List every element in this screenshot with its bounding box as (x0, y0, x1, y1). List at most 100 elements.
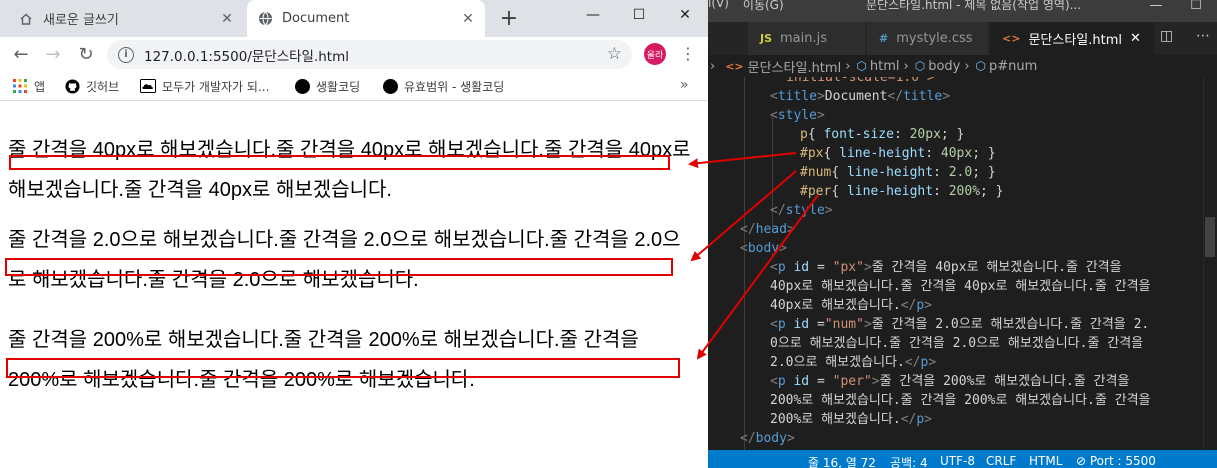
bookmarks-bar: 앱 깃허브 모두가 개발자가 되... 생활코딩 유효범위 - 생활코딩 » (0, 71, 708, 101)
code-line: <p id ="num">줄 간격을 2.0으로 해보겠습니다.줄 간격을 2. (770, 317, 1150, 332)
maximize-button[interactable]: ☐ (1176, 0, 1216, 14)
element-icon: ⬡ (975, 59, 987, 73)
github-icon (64, 78, 80, 94)
code-line: </style> (770, 203, 833, 218)
forward-button[interactable]: → (40, 41, 66, 67)
minimize-button[interactable]: — (570, 0, 616, 30)
home-icon (18, 11, 34, 27)
tab-new-post[interactable]: 새로운 글쓰기 ✕ (10, 0, 244, 37)
code-line: 40px로 해보겠습니다.</p> (770, 298, 932, 313)
chevron-right-icon: › (903, 58, 909, 74)
code-line: initial-scale=1.0"> (786, 77, 935, 85)
split-editor-icon[interactable]: ◫ (1160, 28, 1173, 44)
html-file-icon: <> (725, 59, 744, 73)
cloud-icon (140, 78, 156, 94)
tab-document[interactable]: Document ✕ (247, 0, 485, 37)
chevron-right-icon: › (845, 58, 851, 74)
bookmark-label: 유효범위 - 생활코딩 (404, 79, 505, 94)
close-icon[interactable]: ✕ (1130, 31, 1141, 46)
tab-label: 새로운 글쓰기 (43, 13, 119, 28)
html-file-icon: <> (1002, 32, 1021, 45)
window-title: 문단스타일.html - 제목 없음(작업 영역)... (866, 0, 1082, 12)
minimize-button[interactable]: — (1136, 0, 1176, 14)
breadcrumb-p-num[interactable]: p#num (989, 59, 1037, 74)
menu-view[interactable]: l(V) (708, 0, 729, 12)
breadcrumb-body[interactable]: body (928, 59, 960, 74)
bookmark-scope-opentutorials[interactable]: 유효범위 - 생활코딩 (382, 76, 504, 96)
annotation-box-num (5, 258, 673, 276)
language-mode[interactable]: HTML (1029, 454, 1062, 468)
code-line: <p id = "per">줄 간격을 200%로 해보겠습니다.줄 간격을 (770, 374, 1130, 389)
code-line: #num{ line-height: 2.0; } (800, 165, 996, 180)
code-line: <p id = "px">줄 간격을 40px로 해보겠습니다.줄 간격을 (770, 260, 1122, 275)
bookmark-github[interactable]: 깃허브 (64, 76, 119, 96)
tab-mystyle-css[interactable]: # mystyle.css (867, 22, 989, 55)
code-line: #per{ line-height: 200%; } (800, 184, 1004, 199)
bookmarks-overflow-button[interactable]: » (680, 77, 689, 93)
line-ending[interactable]: CRLF (986, 454, 1016, 468)
tab-paragraph-style-html[interactable]: <> 문단스타일.html ✕ (990, 22, 1155, 55)
indentation[interactable]: 공백: 4 (890, 454, 928, 468)
address-bar[interactable]: i 127.0.0.1:5500/문단스타일.html ☆ (107, 40, 632, 69)
paragraph-px: 줄 간격을 40px로 해보겠습니다.줄 간격을 40px로 해보겠습니다.줄 … (8, 139, 691, 201)
annotation-box-per (6, 358, 680, 378)
bookmark-label: 모두가 개발자가 되... (162, 79, 270, 94)
tab-main-js[interactable]: JS main.js (748, 22, 866, 55)
code-line: 2.0으로 해보겠습니다.</p> (770, 355, 937, 370)
bookmark-label: 깃허브 (86, 79, 120, 94)
chevron-right-icon: › (964, 58, 970, 74)
code-line: 200%로 해보겠습니다.</p> (770, 412, 932, 427)
new-tab-button[interactable]: + (497, 6, 521, 31)
breadcrumb-html[interactable]: html (870, 59, 900, 74)
info-icon[interactable]: i (118, 46, 134, 63)
element-icon: ⬡ (914, 59, 926, 73)
avatar[interactable]: 올라 (644, 43, 666, 65)
vscode-titlebar: l(V) 이동(G) 문단스타일.html - 제목 없음(작업 영역)... … (708, 0, 1217, 22)
bookmark-everyone-developer[interactable]: 모두가 개발자가 되... (140, 76, 269, 96)
js-file-icon: JS (760, 32, 773, 45)
code-line: p{ font-size: 20px; } (800, 127, 965, 142)
code-line: #px{ line-height: 40px; } (800, 146, 996, 161)
breadcrumb-file[interactable]: 문단스타일.html (748, 57, 842, 76)
circle-icon (382, 78, 398, 94)
tab-label: mystyle.css (896, 31, 973, 46)
star-icon[interactable]: ☆ (607, 44, 622, 64)
page-viewport: 줄 간격을 40px로 해보겠습니다.줄 간격을 40px로 해보겠습니다.줄 … (0, 102, 708, 468)
globe-icon (257, 11, 273, 27)
editor-scrollbar[interactable] (1203, 77, 1217, 450)
bookmark-apps[interactable]: 앱 (12, 76, 45, 96)
close-icon[interactable]: ✕ (459, 10, 477, 28)
menu-go[interactable]: 이동(G) (743, 0, 784, 12)
tab-label: main.js (780, 31, 828, 46)
browser-tab-strip: 새로운 글쓰기 ✕ Document ✕ + — ☐ ✕ (0, 0, 708, 37)
bookmark-opentutorials[interactable]: 생활코딩 (294, 76, 360, 96)
css-file-icon: # (879, 32, 889, 45)
annotation-box-px (9, 155, 670, 170)
tab-label: 문단스타일.html (1028, 33, 1122, 48)
code-line: <style> (770, 108, 825, 123)
circle-icon (294, 78, 310, 94)
back-button[interactable]: ← (8, 41, 34, 67)
menu-icon[interactable]: ⋮ (680, 44, 696, 64)
close-window-button[interactable]: ✕ (662, 0, 708, 30)
browser-window: 새로운 글쓰기 ✕ Document ✕ + — ☐ ✕ ← → ↻ i 127… (0, 0, 708, 468)
reload-button[interactable]: ↻ (73, 41, 99, 67)
maximize-button[interactable]: ☐ (616, 0, 662, 30)
cursor-position[interactable]: 줄 16, 열 72 (808, 454, 876, 468)
vscode-window: l(V) 이동(G) 문단스타일.html - 제목 없음(작업 영역)... … (708, 0, 1217, 468)
code-line: </head> (740, 222, 795, 237)
browser-toolbar: ← → ↻ i 127.0.0.1:5500/문단스타일.html ☆ 올라 ⋮ (0, 37, 708, 71)
code-line: 200%로 해보겠습니다.줄 간격을 200%로 해보겠습니다.줄 간격을 (770, 393, 1151, 408)
more-actions-icon[interactable]: ⋯ (1196, 28, 1210, 44)
close-icon[interactable]: ✕ (218, 10, 236, 28)
apps-grid-icon (12, 78, 28, 94)
vscode-menu: l(V) 이동(G) (708, 0, 784, 12)
editor-tabs: JS main.js # mystyle.css <> 문단스타일.html ✕… (708, 22, 1217, 55)
live-server-port[interactable]: ⊘ Port : 5500 (1076, 454, 1156, 468)
scrollbar-thumb[interactable] (1205, 217, 1215, 257)
code-editor[interactable]: initial-scale=1.0"> <title>Document</tit… (708, 77, 1217, 450)
encoding[interactable]: UTF-8 (940, 454, 975, 468)
bookmark-label: 생활코딩 (316, 79, 361, 94)
url-text[interactable]: 127.0.0.1:5500/문단스타일.html (144, 45, 349, 65)
tab-label: Document (282, 11, 350, 26)
